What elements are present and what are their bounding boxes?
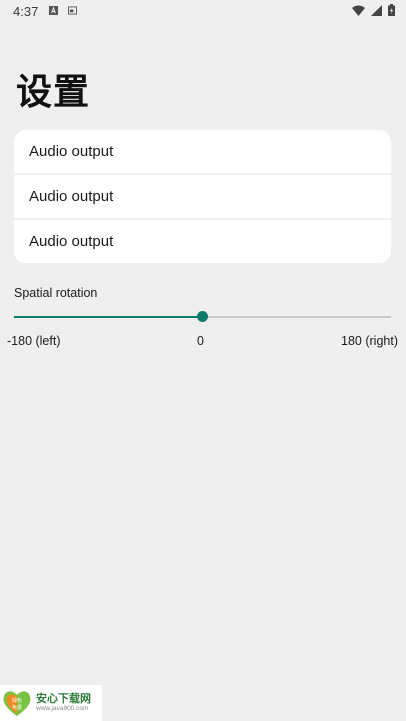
slider-min-label: -180 (left)	[7, 334, 61, 348]
audio-output-list: Audio output Audio output Audio output	[14, 130, 391, 263]
watermark-logo-text-top: 绿色	[12, 697, 22, 704]
signal-icon	[371, 4, 382, 16]
wifi-icon	[352, 5, 365, 16]
audio-output-label: Audio output	[29, 143, 114, 160]
page-title: 设置	[16, 71, 91, 112]
status-time: 4:37	[13, 4, 39, 19]
slider-max-label: 180 (right)	[341, 334, 398, 348]
spatial-rotation-label: Spatial rotation	[14, 286, 98, 300]
watermark-logo-icon: 绿色 免费	[3, 691, 31, 716]
watermark: 绿色 免费 安心下载网 www.java800.com	[0, 685, 102, 721]
slider-fill	[14, 316, 203, 318]
slider-thumb[interactable]	[197, 311, 208, 322]
slider-mid-label: 0	[197, 334, 204, 348]
watermark-url: www.java800.com	[36, 705, 89, 712]
watermark-title: 安心下载网	[36, 693, 91, 705]
spatial-rotation-slider[interactable]	[14, 311, 391, 322]
status-bar: 4:37	[0, 0, 406, 24]
a-icon	[49, 6, 58, 15]
status-right	[352, 4, 395, 16]
audio-output-item-3[interactable]: Audio output	[14, 220, 391, 263]
audio-output-label: Audio output	[29, 188, 114, 205]
watermark-logo-text-bottom: 免费	[12, 704, 22, 711]
audio-output-item-1[interactable]: Audio output	[14, 130, 391, 173]
audio-output-item-2[interactable]: Audio output	[14, 175, 391, 218]
battery-icon	[388, 4, 395, 16]
audio-output-label: Audio output	[29, 233, 114, 250]
card-icon	[68, 6, 77, 15]
